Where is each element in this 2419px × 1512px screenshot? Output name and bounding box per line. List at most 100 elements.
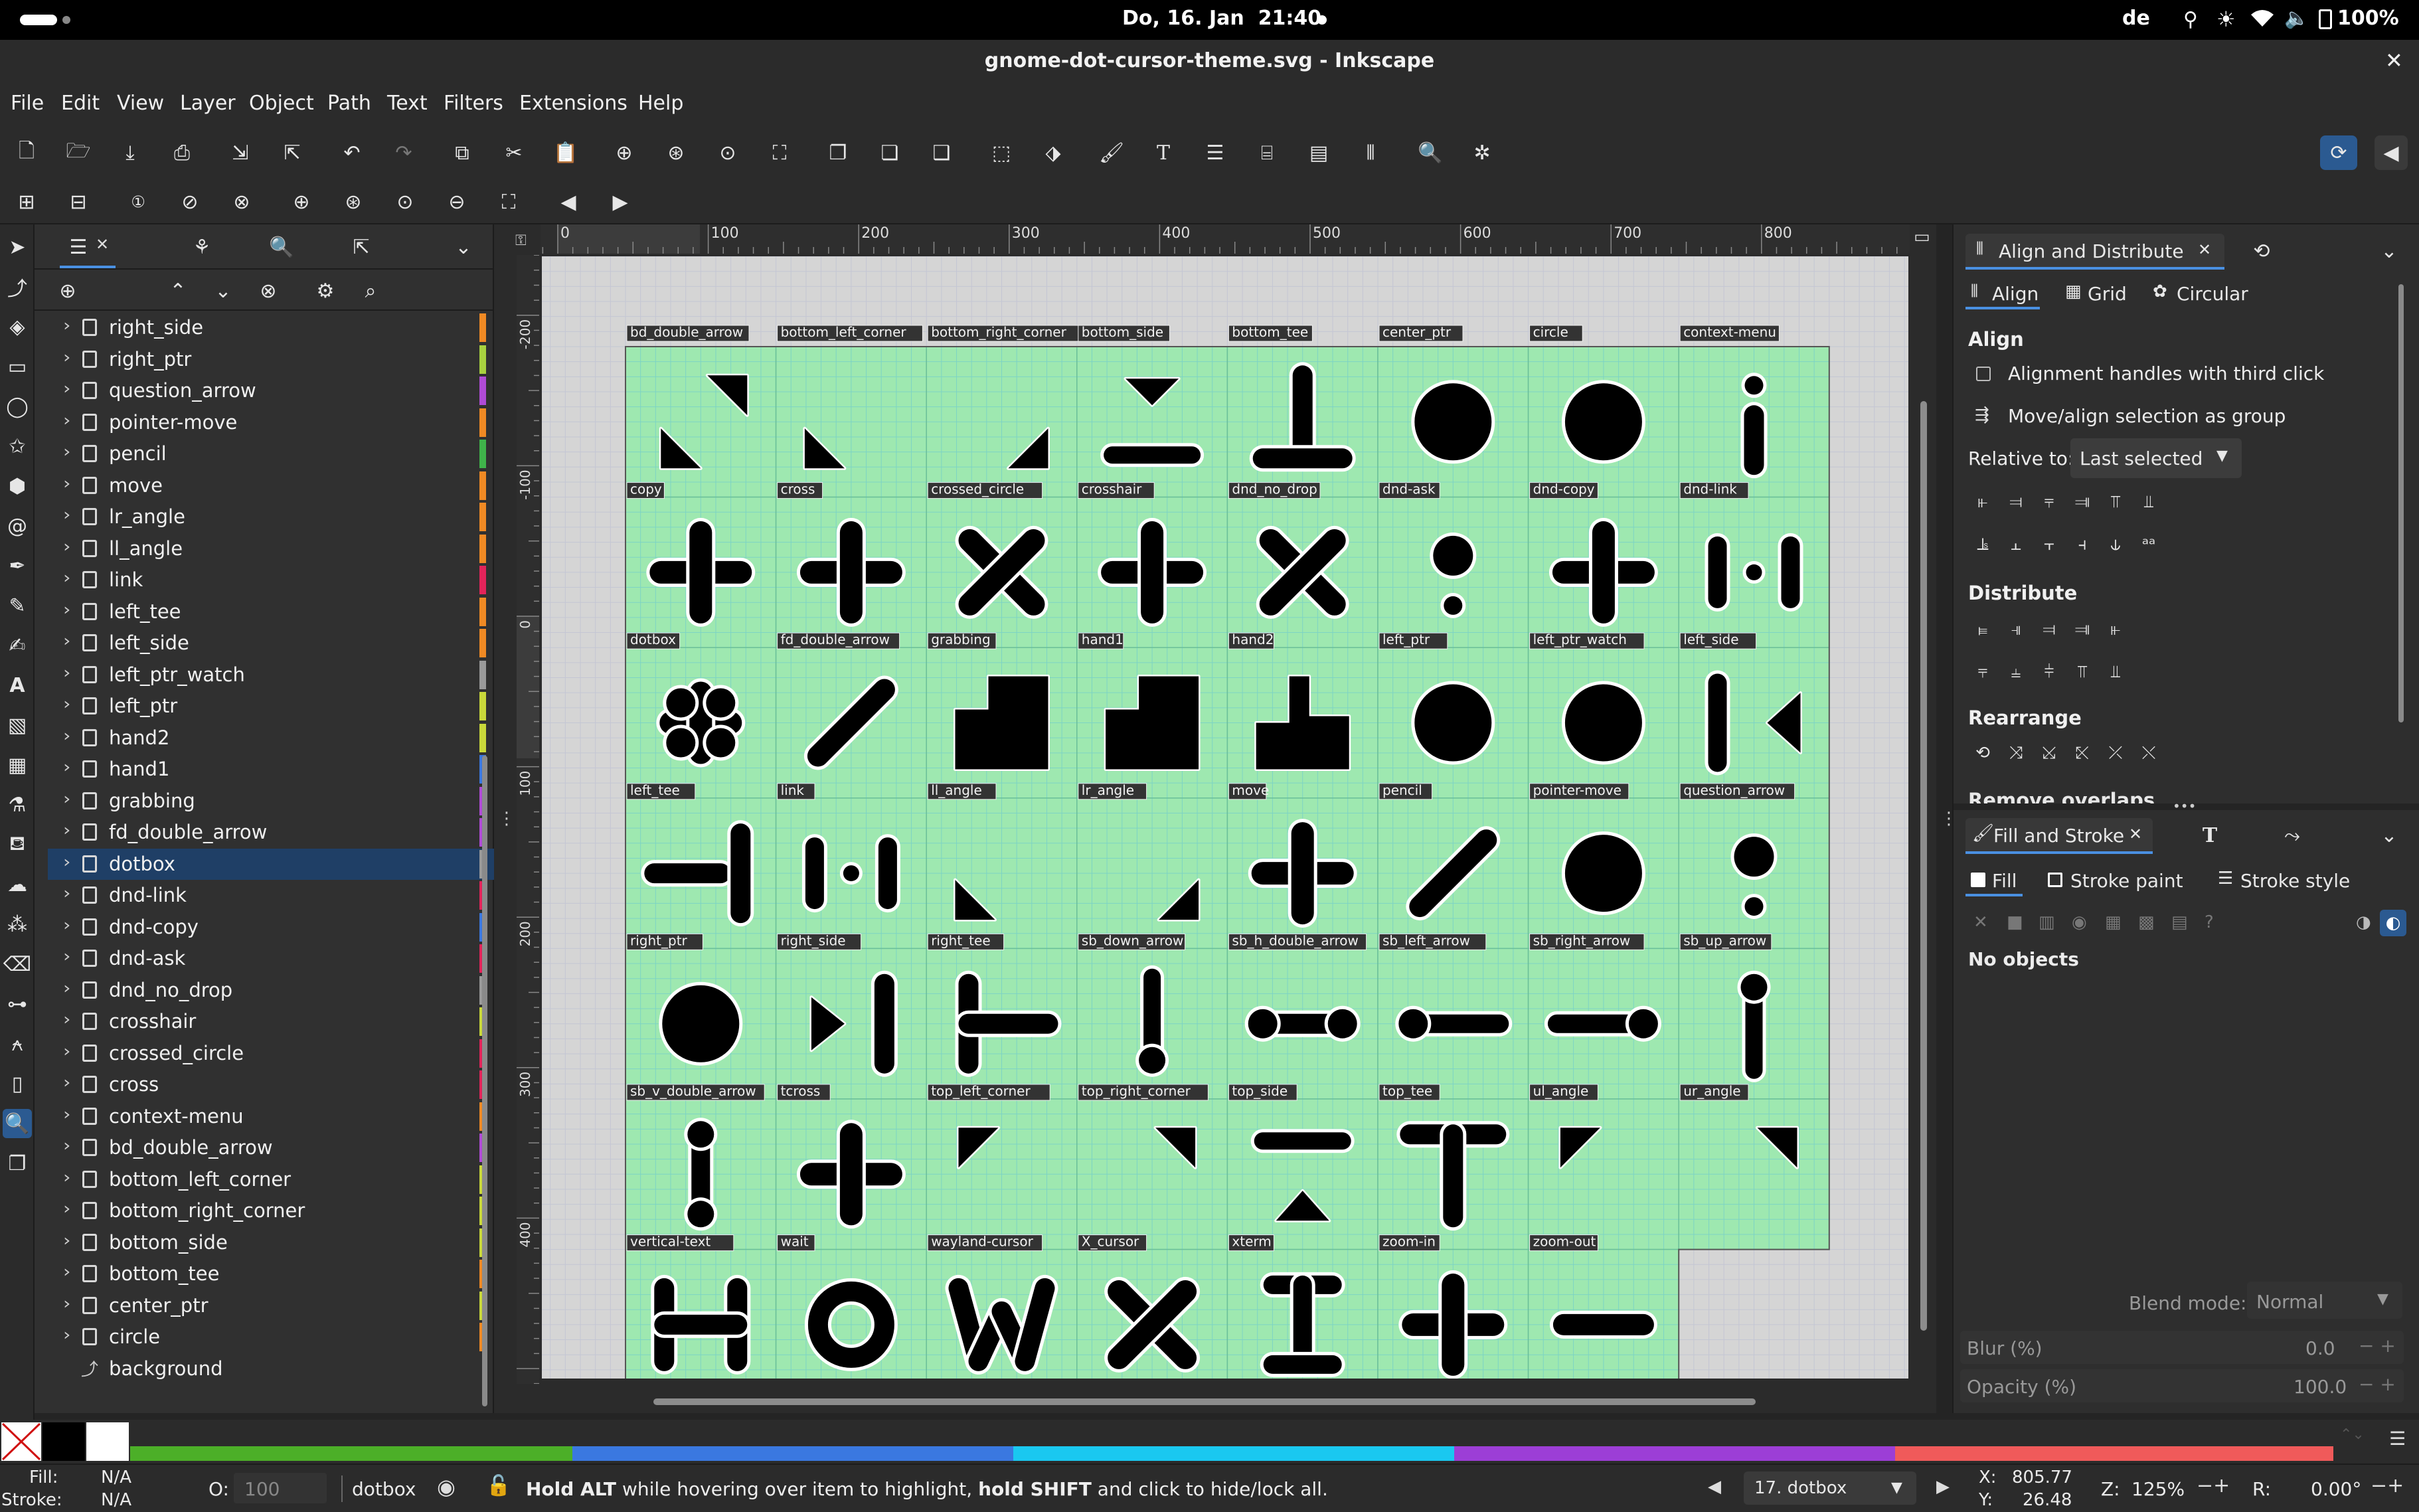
zoom-selection-icon[interactable]: ⊕ bbox=[611, 139, 637, 166]
menu-filters[interactable]: Filters bbox=[444, 92, 503, 115]
calligraphy-tool-icon[interactable]: ✍ bbox=[4, 632, 31, 659]
group-move-icon[interactable]: ⇶ bbox=[1975, 405, 1989, 425]
layer-row[interactable]: › context-menu bbox=[48, 1101, 494, 1132]
layer-row[interactable]: › dnd-ask bbox=[48, 943, 494, 974]
menu-help[interactable]: Help bbox=[638, 92, 683, 115]
menu-file[interactable]: File bbox=[11, 92, 44, 115]
dist-row2-button-icon[interactable]: ⫧ bbox=[1968, 657, 1997, 687]
layer-row[interactable]: › bottom_left_corner bbox=[48, 1164, 494, 1195]
linear-gradient-icon[interactable]: ▥ bbox=[2039, 912, 2055, 932]
red-swatch[interactable] bbox=[1895, 1446, 2333, 1461]
expand-chevron-icon[interactable]: › bbox=[63, 1325, 71, 1344]
panel-menu-chevron-icon[interactable]: ⌄ bbox=[450, 234, 477, 260]
unlink-clone-icon[interactable]: ❑ bbox=[928, 139, 955, 166]
battery-level[interactable]: 100% bbox=[2337, 7, 2399, 30]
panel-resize-handle-left[interactable]: ⋮ bbox=[498, 809, 515, 829]
layer-row[interactable]: › hand1 bbox=[48, 754, 494, 785]
rectangle-tool-icon[interactable]: ▭ bbox=[4, 353, 31, 380]
zoom-tool-icon[interactable]: 🔍 bbox=[3, 1109, 32, 1138]
expand-chevron-icon[interactable]: › bbox=[63, 348, 71, 367]
expand-chevron-icon[interactable]: › bbox=[63, 916, 71, 934]
expand-chevron-icon[interactable]: › bbox=[63, 821, 71, 839]
add-layer-icon[interactable]: ⊕ bbox=[54, 278, 81, 304]
rearr-row-button-icon[interactable]: ⤨ bbox=[2001, 738, 2031, 768]
expand-chevron-icon[interactable]: › bbox=[63, 1136, 71, 1155]
cut-icon[interactable]: ✂ bbox=[501, 139, 527, 166]
layer-row[interactable]: › crossed_circle bbox=[48, 1038, 494, 1069]
zoom-selection-fit-icon[interactable]: ⊕ bbox=[288, 189, 315, 215]
remove-icon[interactable]: ⊗ bbox=[255, 278, 282, 304]
expand-chevron-icon[interactable]: › bbox=[63, 631, 71, 650]
rotation-stepper[interactable]: −+ bbox=[2371, 1474, 2404, 1497]
expand-chevron-icon[interactable]: › bbox=[63, 568, 71, 587]
align-menu-chevron-icon[interactable]: ⌄ bbox=[2376, 238, 2402, 264]
node-tool-icon[interactable]: ⤴ bbox=[4, 274, 31, 301]
rotation-value[interactable]: 0.00° bbox=[2311, 1478, 2361, 1500]
zoom-out-icon[interactable]: ⊟ bbox=[65, 189, 92, 215]
layer-row[interactable]: › fd_double_arrow bbox=[48, 817, 494, 848]
dist-row1-button-icon[interactable]: ⫢ bbox=[1968, 615, 1997, 644]
dist-row1-button-icon[interactable]: ⫣ bbox=[2001, 615, 2031, 644]
fill-indicator-value[interactable]: N/A bbox=[101, 1468, 131, 1487]
pencil-tool-icon[interactable]: ✎ bbox=[4, 592, 31, 619]
align-distribute-icon[interactable]: ⫴ bbox=[1357, 139, 1384, 166]
layer-row[interactable]: › bottom_side bbox=[48, 1227, 494, 1258]
dist-row2-button-icon[interactable]: ⫫ bbox=[2101, 657, 2130, 687]
zoom-stepper[interactable]: −+ bbox=[2197, 1474, 2230, 1497]
fill-stroke-tab-close-icon[interactable]: ✕ bbox=[2129, 825, 2142, 843]
align-row1-button-icon[interactable]: ⫧ bbox=[2035, 487, 2064, 517]
page-selector[interactable]: 17. dotbox ▼ bbox=[1744, 1471, 1916, 1505]
expand-chevron-icon[interactable]: › bbox=[63, 790, 71, 808]
layer-row[interactable]: › hand2 bbox=[48, 722, 494, 754]
stroke-indicator-value[interactable]: N/A bbox=[101, 1490, 131, 1510]
layer-color-tag[interactable] bbox=[479, 408, 486, 437]
layer-color-tag[interactable] bbox=[479, 503, 486, 531]
layer-row[interactable]: › dotbox bbox=[48, 848, 494, 880]
layer-color-tag[interactable] bbox=[479, 566, 486, 594]
align-row1-button-icon[interactable]: ⫫ bbox=[2134, 487, 2163, 517]
path-effects-tab-icon[interactable]: ⤳ bbox=[2279, 822, 2305, 849]
vertical-ruler[interactable]: -200 -100 0 100 200 300 400 bbox=[517, 255, 539, 1384]
move-up-icon[interactable]: ⌃ bbox=[165, 278, 191, 304]
align-row2-button-icon[interactable]: ᵃᵃ bbox=[2134, 530, 2163, 559]
menu-extensions[interactable]: Extensions bbox=[519, 92, 627, 115]
find-icon[interactable]: 🔍 bbox=[1417, 139, 1444, 166]
lpe-tool-icon[interactable]: ⍲ bbox=[4, 1031, 31, 1057]
expand-chevron-icon[interactable]: › bbox=[63, 379, 71, 398]
drawing-canvas[interactable]: bd_double_arrow bottom_left_corner bottom_… bbox=[542, 256, 1908, 1379]
expand-chevron-icon[interactable]: › bbox=[63, 600, 71, 619]
menu-text[interactable]: Text bbox=[387, 92, 428, 115]
import-icon[interactable]: ⇲ bbox=[227, 139, 254, 166]
spray-tool-icon[interactable]: ⁂ bbox=[4, 911, 31, 938]
white-swatch[interactable] bbox=[86, 1422, 129, 1461]
evenodd-icon[interactable]: ◑ bbox=[2356, 912, 2371, 932]
layer-color-tag[interactable] bbox=[479, 534, 486, 563]
expand-chevron-icon[interactable]: › bbox=[63, 1168, 71, 1187]
align-row2-button-icon[interactable]: ⫡ bbox=[1968, 530, 1997, 559]
layer-color-tag[interactable] bbox=[479, 440, 486, 468]
text-font-icon[interactable]: T bbox=[1150, 139, 1177, 166]
open-icon[interactable]: 🗁 bbox=[65, 139, 92, 166]
rearr-row-button-icon[interactable]: ⤩ bbox=[2035, 738, 2064, 768]
layer-color-tag[interactable] bbox=[479, 660, 486, 689]
layer-row[interactable]: › left_side bbox=[48, 628, 494, 659]
align-tab[interactable]: ⫴ Align and Distribute ✕ bbox=[1965, 234, 2224, 270]
no-paint-icon[interactable]: ✕ bbox=[1973, 912, 1988, 932]
palette-scroll-icon[interactable]: ⌃⌄ bbox=[2340, 1426, 2365, 1443]
next-page-icon[interactable]: ▶ bbox=[1936, 1477, 1950, 1497]
undo-icon[interactable]: ↶ bbox=[339, 139, 365, 166]
dist-row1-button-icon[interactable]: ⫤ bbox=[2035, 615, 2064, 644]
layer-row[interactable]: › left_tee bbox=[48, 596, 494, 628]
shape-builder-icon[interactable]: ◈ bbox=[4, 313, 31, 340]
opacity-field[interactable]: Opacity (%) 100.0 − + bbox=[1960, 1369, 2404, 1402]
zoom-center-page-icon[interactable]: ⛶ bbox=[495, 189, 522, 215]
ruler-corner[interactable]: ⚿ bbox=[515, 232, 527, 249]
layer-row[interactable]: › right_ptr bbox=[48, 344, 494, 375]
align-row2-button-icon[interactable]: ⫠ bbox=[2001, 530, 2031, 559]
pages-tool-icon[interactable]: ❐ bbox=[4, 1150, 31, 1177]
rearr-row-button-icon[interactable]: ⤪ bbox=[2068, 738, 2097, 768]
layer-row[interactable]: › cross bbox=[48, 1069, 494, 1100]
layer-color-tag[interactable] bbox=[479, 471, 486, 500]
expand-chevron-icon[interactable]: › bbox=[63, 979, 71, 997]
expand-chevron-icon[interactable]: › bbox=[63, 1262, 71, 1281]
